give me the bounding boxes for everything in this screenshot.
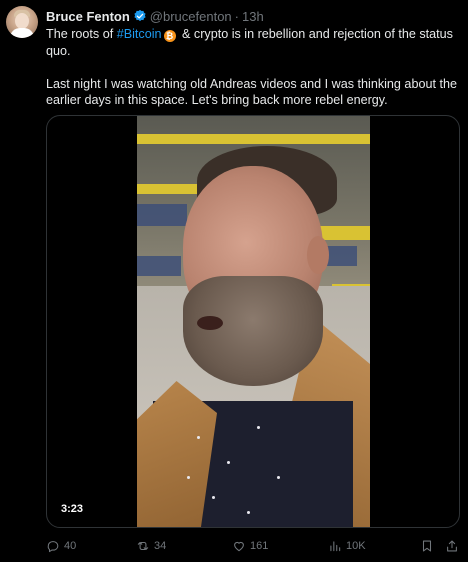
like-count: 161 <box>250 540 269 552</box>
building-balcony-stripe <box>137 134 370 144</box>
avatar-face <box>15 13 29 29</box>
person-ear <box>307 236 329 274</box>
tweet-paragraph-1: The roots of #Bitcoin ₿ & crypto is in re… <box>46 26 460 59</box>
views-button[interactable]: 10K <box>328 536 366 556</box>
tweet-header: Bruce Fenton @brucefenton · 13h <box>46 7 264 25</box>
tweet-paragraph-2: Last night I was watching old Andreas vi… <box>46 76 457 108</box>
shirt-dot <box>197 436 200 439</box>
building-window <box>327 246 357 266</box>
building-window <box>137 204 187 226</box>
author-name[interactable]: Bruce Fenton <box>46 9 130 24</box>
repost-icon <box>137 541 149 551</box>
building-window <box>137 256 181 276</box>
bookmark-icon <box>422 540 432 552</box>
like-button[interactable]: 161 <box>232 536 268 556</box>
shirt-dot <box>247 511 250 514</box>
heart-icon <box>234 541 244 552</box>
header-separator: · <box>234 8 239 24</box>
video-player[interactable]: 3:23 <box>46 115 460 528</box>
share-icon <box>447 540 457 552</box>
author-handle[interactable]: @brucefenton <box>150 9 232 24</box>
tweet-text-start: The roots of <box>46 27 117 41</box>
person-mouth <box>197 316 223 330</box>
video-duration-badge: 3:23 <box>55 501 90 517</box>
bitcoin-logo-icon: ₿ <box>163 30 176 42</box>
hashtag-link[interactable]: #Bitcoin <box>117 27 162 41</box>
bookmark-button[interactable] <box>420 536 434 556</box>
video-frame[interactable] <box>137 116 370 527</box>
tweet-actions-bar: 40 34 161 10K <box>46 536 460 556</box>
shirt-dot <box>187 476 190 479</box>
tweet-timestamp[interactable]: 13h <box>242 9 264 24</box>
shirt-dot <box>227 461 230 464</box>
repost-count: 34 <box>154 540 167 552</box>
reply-icon <box>47 541 59 553</box>
share-button[interactable] <box>445 536 459 556</box>
reply-button[interactable]: 40 <box>46 536 76 556</box>
reply-count: 40 <box>64 540 77 552</box>
repost-button[interactable]: 34 <box>136 536 166 556</box>
person-beard <box>183 276 323 386</box>
shirt-dot <box>257 426 260 429</box>
shirt-dot <box>277 476 280 479</box>
tweet-body: The roots of #Bitcoin ₿ & crypto is in re… <box>46 26 460 109</box>
views-chart-icon <box>330 541 341 552</box>
views-count: 10K <box>346 540 366 552</box>
shirt-dot <box>212 496 215 499</box>
author-avatar[interactable] <box>6 6 38 38</box>
verified-badge-icon <box>134 9 146 22</box>
avatar-shirt <box>10 28 34 38</box>
